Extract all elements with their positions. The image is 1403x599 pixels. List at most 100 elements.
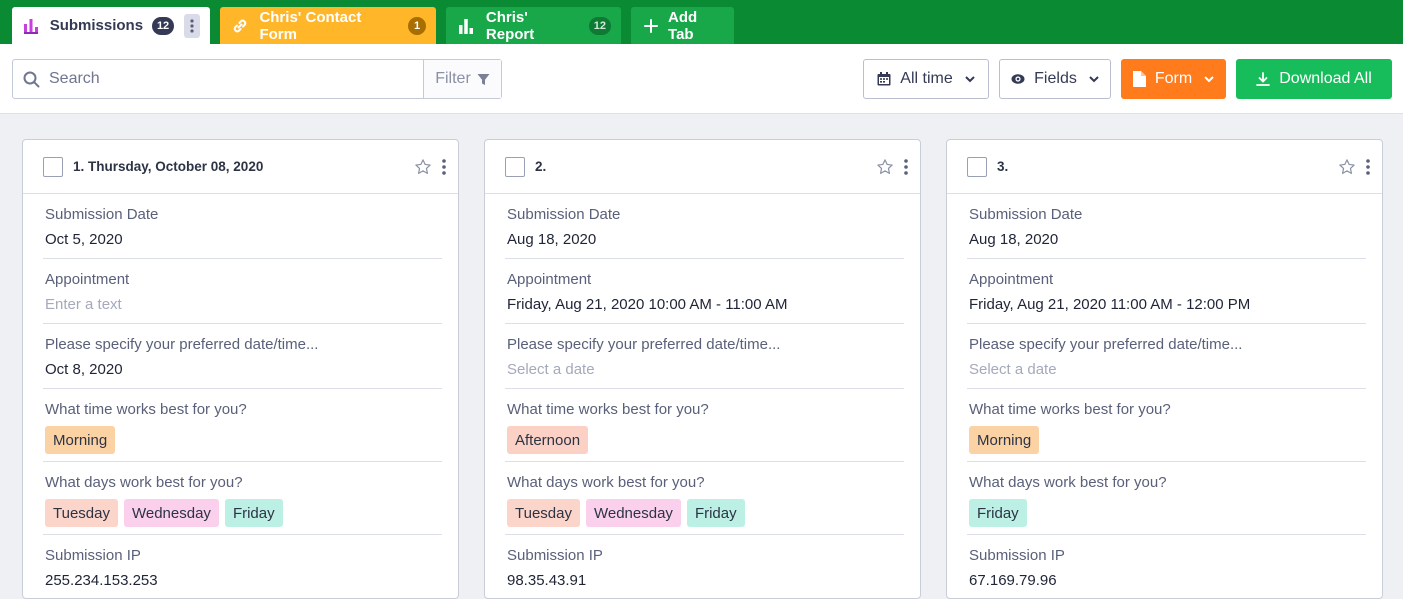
field-submission-ip: Submission IP 255.234.153.253 [43, 535, 442, 598]
select-checkbox[interactable] [505, 156, 525, 177]
chevron-down-icon [1089, 75, 1099, 83]
field-label: What time works best for you? [969, 401, 1171, 418]
field-time: What time works best for you? Morning [967, 389, 1366, 462]
funnel-icon [477, 73, 490, 85]
field-preferred-date: Please specify your preferred date/time.… [505, 324, 904, 389]
field-time: What time works best for you? Afternoon [505, 389, 904, 462]
time-chip: Morning [45, 426, 116, 454]
field-value: Friday, Aug 21, 2020 11:00 AM - 12:00 PM [969, 296, 1251, 313]
submission-card: 1. Thursday, October 08, 2020 Submission… [22, 139, 459, 599]
field-submission-date: Submission Date Aug 18, 2020 [505, 194, 904, 259]
fields-label: Fields [1034, 70, 1077, 87]
toolbar: Filter All time Fields Form [0, 44, 1403, 114]
submission-count-badge: 12 [152, 16, 175, 35]
star-icon[interactable] [414, 158, 432, 176]
day-chip: Friday [686, 499, 745, 527]
submission-card: 2. Submission Date Aug 18, 2020 Appointm… [484, 139, 921, 599]
fields-dropdown[interactable]: Fields [999, 59, 1111, 99]
chevron-down-icon [965, 75, 975, 83]
document-icon [1132, 71, 1146, 87]
date-range-dropdown[interactable]: All time [863, 59, 989, 99]
field-appointment: Appointment Enter a text [43, 259, 442, 324]
tab-bar: Submissions 12 Chris' Contact Form 1 Chr… [0, 0, 1403, 44]
field-value: 67.169.79.96 [969, 572, 1057, 589]
star-icon[interactable] [876, 158, 894, 176]
field-label: What days work best for you? [969, 474, 1167, 491]
field-value: Oct 8, 2020 [45, 361, 123, 378]
field-appointment: Appointment Friday, Aug 21, 2020 11:00 A… [967, 259, 1366, 324]
field-submission-date: Submission Date Oct 5, 2020 [43, 194, 442, 259]
field-value: Friday, Aug 21, 2020 10:00 AM - 11:00 AM [507, 296, 788, 313]
field-label: Submission IP [45, 547, 141, 564]
field-label: What time works best for you? [45, 401, 247, 418]
tab-label: Submissions [49, 17, 144, 34]
report-count-badge: 12 [588, 16, 611, 35]
field-placeholder[interactable]: Select a date [969, 361, 1366, 381]
field-preferred-date: Please specify your preferred date/time.… [967, 324, 1366, 389]
more-options-icon[interactable] [1366, 158, 1370, 175]
field-label: Appointment [507, 271, 592, 288]
card-title: 3. [997, 159, 1009, 174]
card-header: 2. [485, 140, 920, 194]
filter-label: Filter [435, 70, 471, 87]
field-label: Please specify your preferred date/time.… [969, 336, 1243, 353]
field-time: What time works best for you? Morning [43, 389, 442, 462]
field-value: Aug 18, 2020 [507, 231, 597, 248]
download-icon [1256, 72, 1271, 86]
field-label: What days work best for you? [45, 474, 243, 491]
tab-submissions[interactable]: Submissions 12 [12, 7, 210, 44]
field-placeholder[interactable]: Enter a text [45, 296, 442, 316]
contact-count-badge: 1 [408, 16, 426, 35]
download-label: Download All [1279, 70, 1372, 87]
field-value: 255.234.153.253 [45, 572, 158, 589]
tab-label: Add Tab [668, 8, 698, 43]
field-days: What days work best for you? Tuesday Wed… [43, 462, 442, 535]
filter-button[interactable]: Filter [423, 60, 501, 98]
field-label: What days work best for you? [507, 474, 705, 491]
search-field [13, 60, 423, 98]
field-placeholder[interactable]: Select a date [507, 361, 904, 381]
form-label: Form [1154, 70, 1193, 87]
link-icon [230, 16, 249, 36]
form-dropdown-button[interactable]: Form [1121, 59, 1226, 99]
chevron-down-icon [1204, 75, 1214, 83]
field-label: Please specify your preferred date/time.… [507, 336, 781, 353]
time-chip: Afternoon [507, 426, 589, 454]
day-chip: Friday [969, 499, 1027, 527]
field-label: Appointment [45, 271, 130, 288]
select-checkbox[interactable] [43, 156, 63, 177]
search-box: Filter [12, 59, 502, 99]
field-value: 98.35.43.91 [507, 572, 587, 589]
time-chip: Morning [969, 426, 1040, 454]
field-label: What time works best for you? [507, 401, 709, 418]
bar-chart-icon [22, 16, 40, 36]
field-submission-ip: Submission IP 67.169.79.96 [967, 535, 1366, 598]
day-chip: Tuesday [45, 499, 118, 527]
add-tab-button[interactable]: Add Tab [631, 7, 734, 44]
eye-icon [1011, 73, 1025, 85]
more-options-icon[interactable] [904, 158, 908, 175]
field-value: Aug 18, 2020 [969, 231, 1059, 248]
tab-contact-form[interactable]: Chris' Contact Form 1 [220, 7, 436, 44]
tab-label: Chris' Report [485, 8, 535, 43]
submission-card: 3. Submission Date Aug 18, 2020 Appointm… [946, 139, 1383, 599]
card-title: 2. [535, 159, 547, 174]
star-icon[interactable] [1338, 158, 1356, 176]
card-title: 1. Thursday, October 08, 2020 [73, 159, 264, 174]
tab-report[interactable]: Chris' Report 12 [446, 7, 621, 44]
more-options-icon[interactable] [442, 158, 446, 175]
field-label: Submission Date [969, 206, 1083, 223]
search-input[interactable] [49, 70, 409, 88]
download-all-button[interactable]: Download All [1236, 59, 1392, 99]
field-label: Submission Date [45, 206, 159, 223]
day-chip: Wednesday [123, 499, 219, 527]
date-range-label: All time [900, 70, 953, 87]
field-label: Submission IP [969, 547, 1065, 564]
tab-options-icon[interactable] [184, 13, 200, 38]
field-label: Submission Date [507, 206, 621, 223]
bar-chart-icon [456, 16, 476, 36]
day-chip: Wednesday [585, 499, 681, 527]
day-chip: Friday [224, 499, 283, 527]
select-checkbox[interactable] [967, 156, 987, 177]
calendar-icon [877, 72, 891, 86]
